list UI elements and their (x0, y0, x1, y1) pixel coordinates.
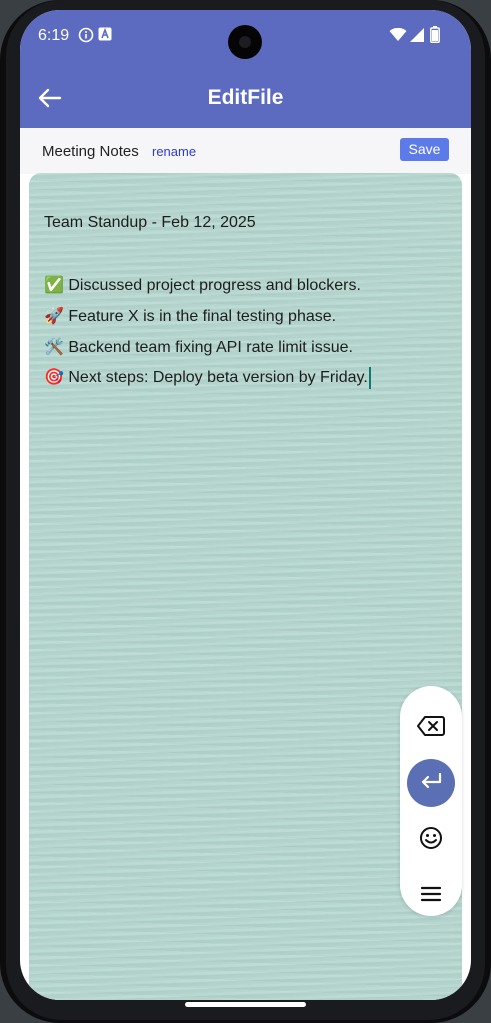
backspace-button[interactable] (407, 704, 455, 752)
a-badge-icon (98, 27, 112, 46)
enter-button[interactable] (407, 759, 455, 807)
editor-line: 🎯 Next steps: Deploy beta version by Fri… (44, 369, 368, 387)
editor-line: ✅ Discussed project progress and blocker… (44, 277, 361, 294)
file-name-label: Meeting Notes (42, 143, 139, 160)
status-bar: 6:19 (20, 10, 471, 60)
wifi-icon (389, 27, 407, 47)
menu-button[interactable] (407, 872, 455, 920)
editor-line: 🛠️ Backend team fixing API rate limit is… (44, 339, 353, 356)
backspace-icon (416, 714, 446, 743)
info-icon (78, 27, 94, 48)
keyboard-action-bar (400, 686, 462, 916)
menu-icon (420, 885, 442, 908)
app-bar: 6:19 EditFile (20, 10, 471, 128)
phone-frame: 6:19 EditFile Meeting Notes rename Save … (0, 0, 491, 1023)
editor-line: 🚀 Feature X is in the final testing phas… (44, 308, 337, 325)
enter-icon (418, 771, 444, 796)
battery-icon (430, 26, 440, 48)
front-camera (228, 25, 262, 59)
editor-line: Team Standup - Feb 12, 2025 (44, 214, 256, 231)
text-cursor (368, 367, 371, 389)
gesture-nav-bar[interactable] (185, 1002, 306, 1007)
text-editor[interactable]: Team Standup - Feb 12, 2025 ✅ Discussed … (29, 173, 462, 1000)
file-toolbar: Meeting Notes rename Save (20, 128, 471, 174)
rename-link[interactable]: rename (152, 144, 196, 159)
emoji-button[interactable] (407, 816, 455, 864)
signal-icon (410, 28, 424, 47)
save-button[interactable]: Save (400, 138, 449, 161)
status-time: 6:19 (38, 27, 70, 44)
editor-line-last: 🎯 Next steps: Deploy beta version by Fri… (44, 367, 371, 389)
emoji-icon (418, 825, 444, 856)
screen: 6:19 EditFile Meeting Notes rename Save … (20, 10, 471, 1000)
page-title: EditFile (207, 86, 284, 109)
